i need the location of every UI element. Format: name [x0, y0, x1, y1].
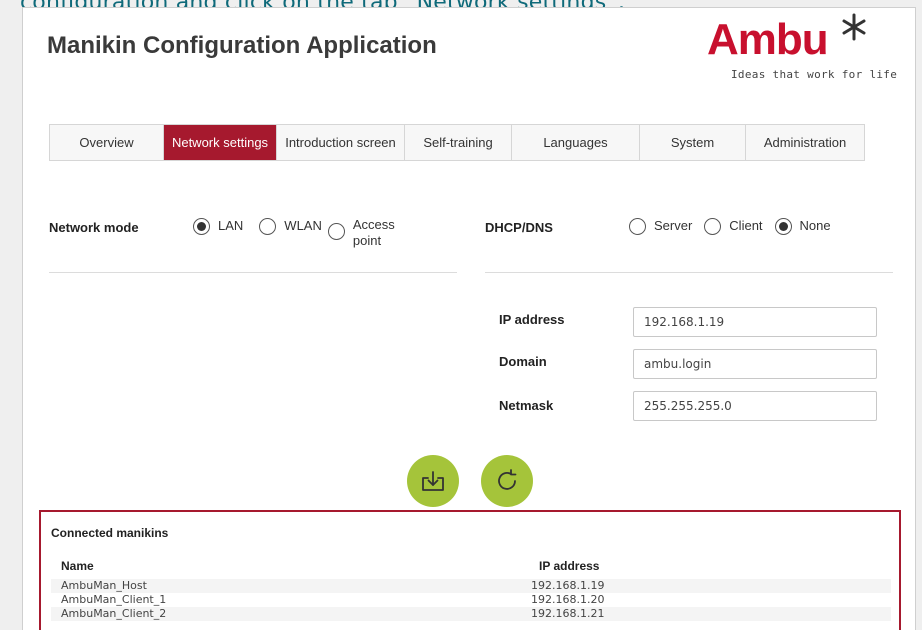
refresh-button[interactable] [481, 455, 533, 507]
radio-client[interactable]: Client [704, 218, 763, 235]
network-mode-radio-group: LAN WLAN Access point [193, 217, 411, 249]
logo-tagline: Ideas that work for life [731, 68, 898, 81]
manikin-name: AmbuMan_Client_2 [61, 607, 167, 620]
manikin-ip: 192.168.1.20 [531, 593, 605, 606]
domain-label: Domain [499, 354, 547, 369]
radio-label-server: Server [654, 218, 693, 233]
logo-star-icon [842, 13, 866, 41]
ip-address-label: IP address [499, 312, 565, 327]
manikin-ip: 192.168.1.21 [531, 607, 605, 620]
manikin-row[interactable]: AmbuMan_Client_2 192.168.1.21 [51, 607, 891, 621]
radio-server[interactable]: Server [629, 218, 692, 235]
radio-lan[interactable]: LAN [193, 218, 243, 235]
connected-manikins-panel: Connected manikins Name IP address AmbuM… [39, 510, 901, 630]
app-title: Manikin Configuration Application [47, 32, 437, 59]
manikin-row[interactable]: AmbuMan_Host 192.168.1.19 [51, 579, 891, 593]
radio-label-lan: LAN [218, 218, 244, 233]
radio-circle-none[interactable] [774, 218, 792, 235]
tab-overview[interactable]: Overview [50, 125, 164, 160]
manikin-row[interactable]: AmbuMan_Client_1 192.168.1.20 [51, 593, 891, 607]
download-icon [422, 471, 444, 491]
dhcp-radio-group: Server Client None [629, 218, 843, 235]
radio-selected-dot [197, 222, 206, 231]
tab-languages[interactable]: Languages [512, 125, 640, 160]
tab-bar: Overview Network settings Introduction s… [49, 124, 865, 161]
radio-label-wlan: WLAN [284, 218, 322, 233]
radio-circle-client[interactable] [704, 218, 722, 235]
radio-circle-access-point[interactable] [327, 223, 345, 240]
ambu-logo: Ambu Ideas that work for life [707, 12, 897, 81]
radio-label-none: None [799, 218, 831, 233]
domain-input[interactable]: ambu.login [633, 349, 877, 379]
column-header-name: Name [61, 559, 94, 573]
manikin-name: AmbuMan_Host [61, 579, 147, 592]
radio-selected-dot [778, 222, 788, 231]
logo-wordmark: Ambu [707, 15, 829, 64]
section-divider-right [485, 272, 893, 273]
radio-label-access-point: Access point [352, 217, 395, 248]
ip-address-input[interactable]: 192.168.1.19 [633, 307, 877, 337]
tab-network-settings[interactable]: Network settings [164, 125, 277, 160]
save-button[interactable] [407, 455, 459, 507]
column-header-ip: IP address [539, 559, 600, 573]
manikin-name: AmbuMan_Client_1 [61, 593, 167, 606]
tab-introduction-screen[interactable]: Introduction screen [277, 125, 405, 160]
tab-administration[interactable]: Administration [746, 125, 864, 160]
radio-circle-wlan[interactable] [259, 218, 277, 235]
manikin-list: AmbuMan_Host 192.168.1.19 AmbuMan_Client… [51, 579, 891, 621]
radio-none[interactable]: None [774, 218, 831, 235]
netmask-label: Netmask [499, 398, 554, 413]
dhcp-dns-label: DHCP/DNS [485, 220, 553, 235]
section-divider-left [49, 272, 457, 273]
radio-label-client: Client [729, 218, 763, 233]
radio-circle-server[interactable] [629, 218, 646, 235]
radio-access-point[interactable]: Access point [327, 217, 399, 249]
tab-self-training[interactable]: Self-training [405, 125, 512, 160]
netmask-input[interactable]: 255.255.255.0 [633, 391, 877, 421]
tab-system[interactable]: System [640, 125, 746, 160]
refresh-icon [498, 469, 517, 490]
radio-wlan[interactable]: WLAN [259, 218, 322, 235]
radio-circle-lan[interactable] [193, 218, 210, 235]
app-window: Manikin Configuration Application Ambu I… [22, 7, 916, 630]
network-mode-label: Network mode [49, 220, 139, 235]
manikin-ip: 192.168.1.19 [531, 579, 605, 592]
connected-manikins-title: Connected manikins [51, 526, 169, 540]
